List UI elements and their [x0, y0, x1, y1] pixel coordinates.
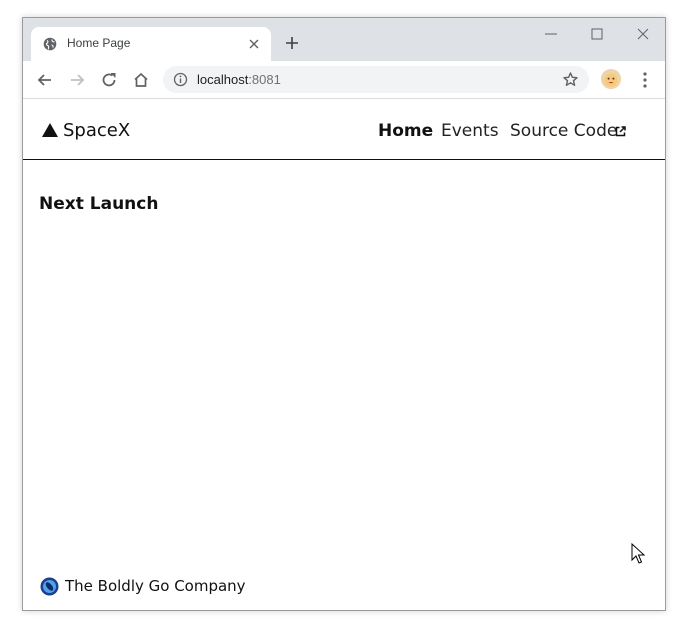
profile-avatar-icon[interactable] — [601, 69, 621, 89]
site-navbar: SpaceX Home Events Source Code — [23, 99, 665, 160]
brand-name: SpaceX — [63, 120, 131, 141]
browser-window: Home Page localhost:8081 SpaceX Home Eve… — [22, 17, 666, 611]
tab-home-page[interactable]: Home Page — [31, 27, 271, 61]
bookmark-star-icon[interactable] — [562, 71, 579, 88]
footer-company-name: The Boldly Go Company — [65, 577, 246, 595]
home-icon[interactable] — [132, 71, 150, 89]
close-tab-icon[interactable] — [247, 37, 261, 51]
next-launch-heading: Next Launch — [39, 194, 159, 214]
nav-source-code-link[interactable]: Source Code — [510, 121, 617, 141]
url-text: localhost:8081 — [197, 72, 281, 87]
url-port: :8081 — [248, 72, 281, 87]
back-arrow-icon[interactable] — [36, 71, 54, 89]
maximize-icon[interactable] — [589, 26, 605, 42]
triangle-logo-icon — [42, 123, 58, 137]
company-logo-icon — [40, 577, 59, 596]
minimize-icon[interactable] — [543, 26, 559, 42]
window-close-icon[interactable] — [635, 26, 651, 42]
web-page: SpaceX Home Events Source Code Next Laun… — [23, 99, 665, 610]
more-menu-icon[interactable] — [637, 71, 653, 89]
url-host: localhost — [197, 72, 249, 87]
tab-title: Home Page — [67, 36, 131, 50]
external-link-icon — [615, 126, 626, 137]
address-bar[interactable]: localhost:8081 — [163, 66, 589, 93]
globe-icon — [43, 37, 57, 51]
reload-icon[interactable] — [100, 71, 118, 89]
new-tab-plus-icon[interactable] — [284, 35, 300, 51]
nav-home-link[interactable]: Home — [378, 121, 433, 141]
tab-strip: Home Page — [23, 18, 665, 61]
browser-toolbar: localhost:8081 — [23, 61, 665, 99]
info-icon[interactable] — [173, 72, 188, 87]
nav-events-link[interactable]: Events — [441, 121, 499, 141]
forward-arrow-icon[interactable] — [68, 71, 86, 89]
mouse-cursor-icon — [631, 543, 645, 564]
